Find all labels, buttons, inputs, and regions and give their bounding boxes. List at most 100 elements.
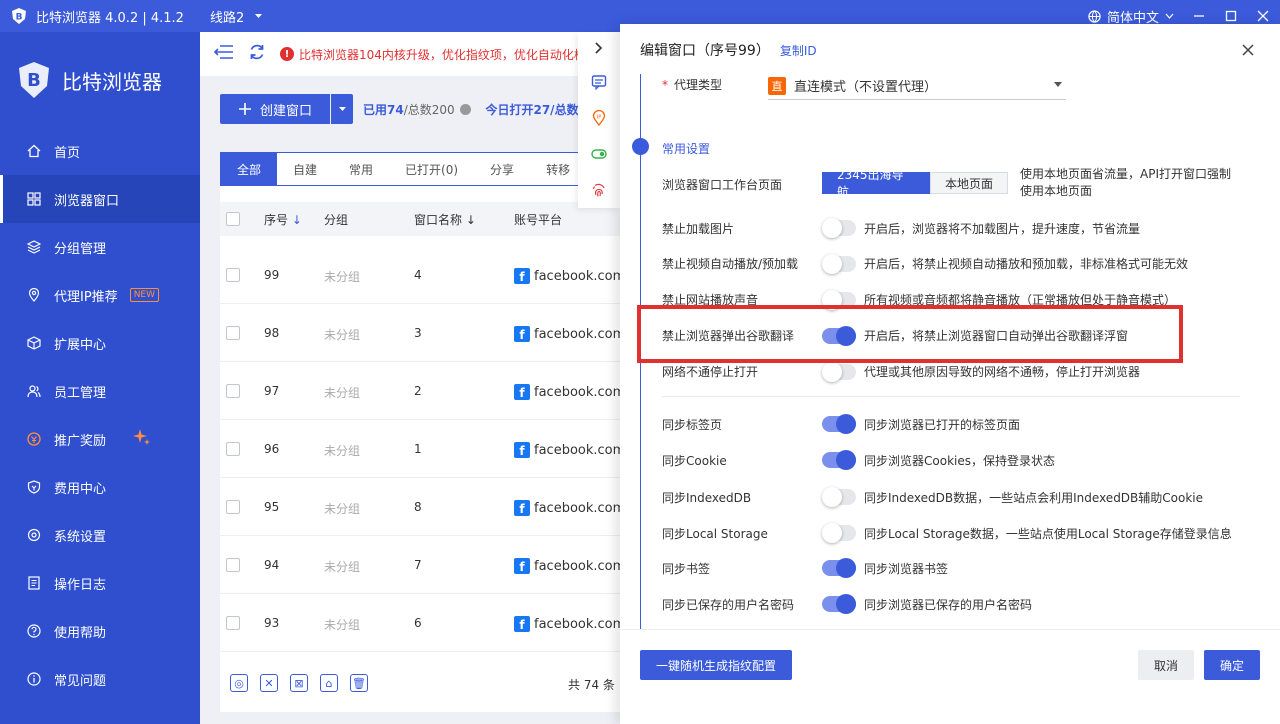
generate-fingerprint-button[interactable]: 一键随机生成指纹配置: [640, 650, 792, 680]
chevron-right-icon[interactable]: [591, 40, 607, 56]
chat-icon[interactable]: [591, 74, 607, 90]
toggle-sync-bookmarks[interactable]: [822, 558, 856, 578]
fingerprint-icon[interactable]: [591, 182, 607, 198]
route-selector[interactable]: 线路2: [210, 7, 263, 26]
row-name: 6: [414, 616, 422, 630]
table-row[interactable]: 97 未分组 2 f facebook.com: [220, 362, 640, 420]
workbench-option-2345[interactable]: 2345出海导航: [822, 168, 930, 199]
brand-logo-icon: B: [19, 62, 49, 98]
proxy-type-select[interactable]: 直 直连模式（不设置代理）: [768, 72, 1066, 100]
cancel-button[interactable]: 取消: [1138, 650, 1194, 680]
sidebar-item-billing[interactable]: 费用中心: [0, 463, 200, 511]
table-row[interactable]: 99 未分组 4 f facebook.com: [220, 246, 640, 304]
tab-shared[interactable]: 分享: [474, 153, 530, 185]
info-icon: [26, 671, 42, 687]
toggle-stop-on-network-fail[interactable]: [822, 362, 856, 382]
toggle-sync-indexeddb[interactable]: [822, 487, 856, 507]
sidebar-item-browser-windows[interactable]: 浏览器窗口: [0, 175, 200, 223]
row-checkbox[interactable]: [226, 500, 240, 514]
row-checkbox[interactable]: [226, 616, 240, 630]
table-row[interactable]: 98 未分组 3 f facebook.com: [220, 304, 640, 362]
confirm-button[interactable]: 确定: [1204, 650, 1260, 680]
sync-label: 同步标签页: [662, 418, 723, 432]
close-icon[interactable]: ✕: [260, 674, 278, 692]
row-checkbox[interactable]: [226, 326, 240, 340]
caret-down-icon: [1054, 82, 1062, 87]
upgrade-notice[interactable]: ! 比特浏览器104内核升级，优化指纹项，优化自动化校: [280, 46, 586, 63]
sidebar-item-settings[interactable]: 系统设置: [0, 511, 200, 559]
tab-common[interactable]: 常用: [333, 153, 389, 185]
select-all-checkbox[interactable]: [226, 212, 240, 226]
table-row[interactable]: 94 未分组 7 f facebook.com: [220, 536, 640, 594]
sidebar-item-faq[interactable]: 常见问题: [0, 655, 200, 703]
refresh-icon[interactable]: [248, 43, 266, 65]
sidebar-item-rewards[interactable]: 推广奖励: [0, 415, 200, 463]
row-checkbox[interactable]: [226, 384, 240, 398]
setting-desc: 代理或其他原因导致的网络不通畅，停止打开浏览器: [864, 365, 1141, 379]
info-icon[interactable]: [460, 104, 472, 115]
language-selector[interactable]: 简体中文: [1088, 7, 1174, 26]
sidebar-item-home[interactable]: 首页: [0, 127, 200, 175]
sync-label: 同步Local Storage: [662, 527, 768, 541]
sync-desc: 同步IndexedDB数据，一些站点会利用IndexedDB辅助Cookie: [864, 491, 1204, 505]
row-checkbox[interactable]: [226, 268, 240, 282]
row-name: 4: [414, 268, 422, 282]
toggle-icon[interactable]: [591, 146, 607, 162]
open-icon[interactable]: ◎: [230, 674, 248, 692]
toggle-block-video-autoplay[interactable]: [822, 254, 856, 274]
alert-icon: !: [280, 47, 294, 61]
collapse-menu-icon[interactable]: [213, 44, 234, 64]
facebook-icon: f: [514, 442, 530, 458]
chevron-down-icon: [338, 107, 346, 111]
proxy-type-label: * 代理类型: [662, 76, 722, 93]
create-window-button-group: 创建窗口: [220, 94, 353, 124]
toggle-knob: [822, 523, 842, 543]
row-name: 1: [414, 442, 422, 456]
row-platform: f facebook.com: [514, 616, 625, 632]
header-name[interactable]: 窗口名称 ↓: [414, 211, 476, 228]
toggle-sync-cookie[interactable]: [822, 450, 856, 470]
table-header: 序号 ↓ 分组 窗口名称 ↓ 账号平台: [220, 202, 640, 236]
window-icon[interactable]: ⊠: [290, 674, 308, 692]
header-no[interactable]: 序号 ↓: [264, 211, 302, 228]
row-platform: f facebook.com: [514, 326, 625, 342]
sidebar-item-label: 推广奖励: [54, 433, 107, 449]
sidebar-item-logs[interactable]: 操作日志: [0, 559, 200, 607]
sidebar-item-staff[interactable]: 员工管理: [0, 367, 200, 415]
row-name: 3: [414, 326, 422, 340]
row-platform: f facebook.com: [514, 384, 625, 400]
maximize-icon[interactable]: [1224, 9, 1238, 23]
table-row[interactable]: 95 未分组 8 f facebook.com: [220, 478, 640, 536]
trash-icon[interactable]: 🗑: [350, 674, 368, 692]
toggle-sync-passwords[interactable]: [822, 594, 856, 614]
table-row[interactable]: 93 未分组 6 f facebook.com: [220, 594, 640, 652]
setting-desc: 开启后，浏览器将不加载图片，提升速度，节省流量: [864, 222, 1141, 236]
tab-opened[interactable]: 已打开(0): [389, 153, 474, 185]
toggle-sync-local-storage[interactable]: [822, 523, 856, 543]
sidebar-item-extensions[interactable]: 扩展中心: [0, 319, 200, 367]
ip-icon[interactable]: IP: [591, 110, 607, 126]
sidebar-item-proxy-ip[interactable]: 代理IP推荐 NEW: [0, 271, 200, 319]
total-count: /总数200: [403, 103, 455, 117]
table-row[interactable]: 96 未分组 1 f facebook.com: [220, 420, 640, 478]
toggle-knob: [822, 362, 842, 382]
close-window-icon[interactable]: [1256, 9, 1270, 23]
copy-id-link[interactable]: 复制ID: [780, 42, 817, 59]
reward-icon: [26, 431, 42, 447]
tab-all[interactable]: 全部: [221, 153, 278, 185]
sidebar-item-groups[interactable]: 分组管理: [0, 223, 200, 271]
sidebar-item-help[interactable]: 使用帮助: [0, 607, 200, 655]
toggle-block-images[interactable]: [822, 218, 856, 238]
row-checkbox[interactable]: [226, 442, 240, 456]
tab-self-built[interactable]: 自建: [277, 153, 333, 185]
row-checkbox[interactable]: [226, 558, 240, 572]
workbench-option-local[interactable]: 本地页面: [930, 172, 1009, 194]
minimize-icon[interactable]: [1192, 9, 1206, 23]
clean-icon[interactable]: ⌂: [320, 674, 338, 692]
close-icon[interactable]: [1242, 40, 1254, 61]
row-name: 2: [414, 384, 422, 398]
create-window-dropdown[interactable]: [331, 94, 353, 124]
shield-icon: [26, 479, 42, 495]
create-window-button[interactable]: 创建窗口: [220, 94, 330, 124]
toggle-sync-tabs[interactable]: [822, 414, 856, 434]
